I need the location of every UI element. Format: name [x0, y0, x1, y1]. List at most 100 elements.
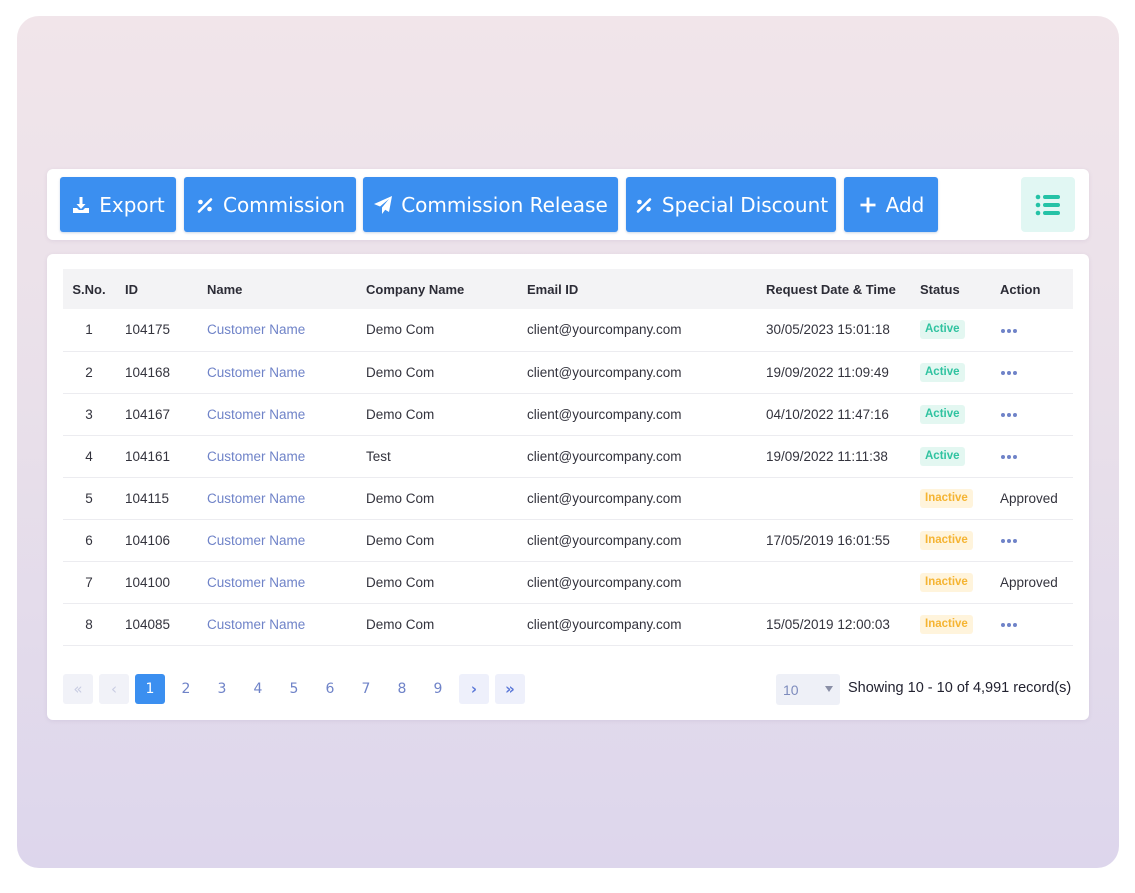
cell-sno: 2	[63, 351, 115, 394]
last-page-button[interactable]: »	[495, 674, 525, 704]
page-button-1[interactable]: 1	[135, 674, 165, 704]
commission-button[interactable]: Commission	[184, 177, 356, 232]
action-status-text: Approved	[1000, 574, 1058, 590]
list-view-toggle-button[interactable]	[1021, 177, 1075, 232]
page-button-6[interactable]: 6	[315, 674, 345, 704]
cell-email: client@yourcompany.com	[517, 309, 756, 352]
customer-name-link[interactable]: Customer Name	[207, 365, 305, 380]
cell-email: client@yourcompany.com	[517, 603, 756, 646]
cell-name: Customer Name	[197, 393, 356, 436]
cell-request-date: 15/05/2019 12:00:03	[756, 603, 910, 646]
customer-name-link[interactable]: Customer Name	[207, 491, 305, 506]
next-page-button[interactable]: ›	[459, 674, 489, 704]
add-label: Add	[885, 192, 925, 217]
page-button-7[interactable]: 7	[351, 674, 381, 704]
commission-release-button[interactable]: Commission Release	[363, 177, 618, 232]
customer-name-link[interactable]: Customer Name	[207, 407, 305, 422]
cell-status: Active	[910, 393, 990, 436]
cell-email: client@yourcompany.com	[517, 519, 756, 562]
cell-request-date	[756, 561, 910, 604]
cell-company: Demo Com	[356, 603, 517, 646]
page-button-2[interactable]: 2	[171, 674, 201, 704]
cell-name: Customer Name	[197, 561, 356, 604]
records-table-card: S.No. ID Name Company Name Email ID Requ…	[47, 254, 1089, 720]
customer-name-link[interactable]: Customer Name	[207, 575, 305, 590]
page-button-8[interactable]: 8	[387, 674, 417, 704]
cell-id: 104100	[115, 561, 197, 604]
cell-id: 104115	[115, 477, 197, 520]
cell-status: Active	[910, 435, 990, 478]
percent-icon	[634, 195, 654, 215]
cell-email: client@yourcompany.com	[517, 393, 756, 436]
page-button-9[interactable]: 9	[423, 674, 453, 704]
special-discount-button[interactable]: Special Discount	[626, 177, 836, 232]
cell-request-date: 19/09/2022 11:11:38	[756, 435, 910, 478]
table-row: 7 104100 Customer Name Demo Com client@yourc…	[63, 561, 1073, 604]
customer-name-link[interactable]: Customer Name	[207, 449, 305, 464]
first-page-button[interactable]: «	[63, 674, 93, 704]
records-table: S.No. ID Name Company Name Email ID Requ…	[63, 269, 1073, 646]
cell-action: Approved	[990, 477, 1073, 520]
chevron-down-icon	[825, 686, 833, 692]
cell-id: 104167	[115, 393, 197, 436]
cell-request-date: 04/10/2022 11:47:16	[756, 393, 910, 436]
column-header-action: Action	[990, 269, 1073, 309]
prev-page-button[interactable]: ‹	[99, 674, 129, 704]
page-button-4[interactable]: 4	[243, 674, 273, 704]
cell-sno: 3	[63, 393, 115, 436]
cell-sno: 8	[63, 603, 115, 646]
more-actions-icon[interactable]	[1000, 619, 1018, 631]
customer-name-link[interactable]: Customer Name	[207, 322, 305, 337]
more-actions-icon[interactable]	[1000, 367, 1018, 379]
plus-icon	[858, 195, 878, 215]
cell-email: client@yourcompany.com	[517, 435, 756, 478]
cell-status: Active	[910, 351, 990, 394]
status-badge: Active	[920, 320, 965, 340]
cell-request-date: 17/05/2019 16:01:55	[756, 519, 910, 562]
toolbar: Export Commission Commission Release Spe…	[47, 169, 1089, 240]
cell-action	[990, 393, 1073, 436]
column-header-company: Company Name	[356, 269, 517, 309]
cell-name: Customer Name	[197, 603, 356, 646]
cell-id: 104175	[115, 309, 197, 352]
cell-action	[990, 351, 1073, 394]
cell-sno: 7	[63, 561, 115, 604]
cell-company: Demo Com	[356, 351, 517, 394]
pagination: « ‹ 123456789 › »	[63, 674, 531, 704]
status-badge: Inactive	[920, 572, 973, 592]
cell-email: client@yourcompany.com	[517, 351, 756, 394]
page-size-value: 10	[783, 681, 799, 698]
more-actions-icon[interactable]	[1000, 409, 1018, 421]
more-actions-icon[interactable]	[1000, 535, 1018, 547]
cell-request-date	[756, 477, 910, 520]
more-actions-icon[interactable]	[1000, 325, 1018, 337]
cell-request-date: 19/09/2022 11:09:49	[756, 351, 910, 394]
table-row: 1 104175 Customer Name Demo Com client@yourc…	[63, 309, 1073, 352]
column-header-status: Status	[910, 269, 990, 309]
cell-sno: 6	[63, 519, 115, 562]
page-button-5[interactable]: 5	[279, 674, 309, 704]
cell-action	[990, 309, 1073, 352]
customer-name-link[interactable]: Customer Name	[207, 617, 305, 632]
cell-action: Approved	[990, 561, 1073, 604]
cell-action	[990, 519, 1073, 562]
customer-name-link[interactable]: Customer Name	[207, 533, 305, 548]
more-actions-icon[interactable]	[1000, 451, 1018, 463]
export-button[interactable]: Export	[60, 177, 176, 232]
cell-company: Demo Com	[356, 477, 517, 520]
page-size-select[interactable]: 10	[776, 674, 840, 705]
cell-id: 104085	[115, 603, 197, 646]
cell-status: Inactive	[910, 603, 990, 646]
table-row: 8 104085 Customer Name Demo Com client@yourc…	[63, 603, 1073, 646]
status-badge: Inactive	[920, 614, 973, 634]
cell-id: 104168	[115, 351, 197, 394]
page-button-3[interactable]: 3	[207, 674, 237, 704]
paper-plane-icon	[373, 195, 393, 215]
commission-release-label: Commission Release	[401, 192, 608, 217]
column-header-name: Name	[197, 269, 356, 309]
cell-status: Active	[910, 309, 990, 352]
cell-company: Demo Com	[356, 519, 517, 562]
add-button[interactable]: Add	[844, 177, 938, 232]
cell-name: Customer Name	[197, 309, 356, 352]
table-row: 5 104115 Customer Name Demo Com client@yourc…	[63, 477, 1073, 520]
